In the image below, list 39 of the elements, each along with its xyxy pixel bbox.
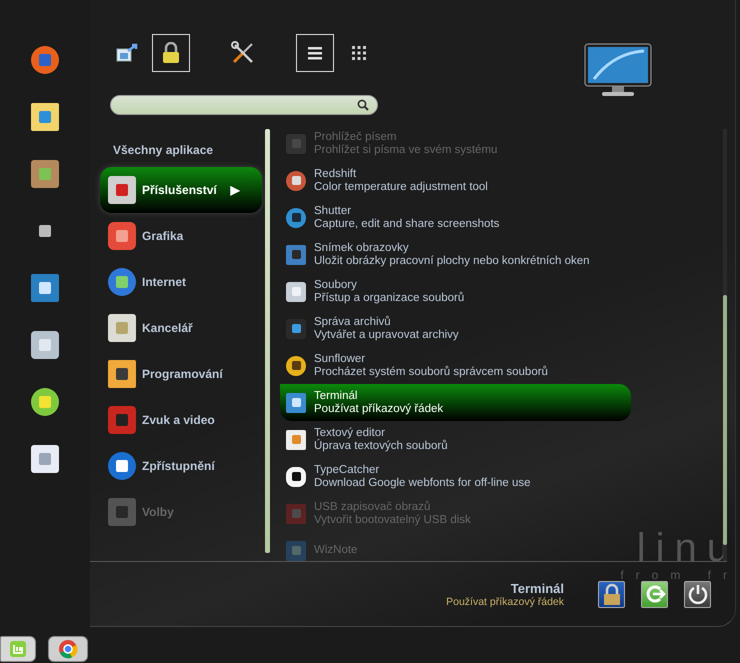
list-view-button[interactable] <box>296 34 334 72</box>
selected-app-title: Terminál <box>510 580 564 596</box>
app-item[interactable]: Shutter Capture, edit and share screenshots <box>280 199 631 236</box>
list-icon <box>308 46 322 60</box>
search-icon <box>357 99 369 111</box>
browser-button[interactable] <box>48 636 88 662</box>
app-item[interactable]: Textový editor Úprava textových souborů <box>280 421 631 458</box>
logout-button[interactable] <box>641 580 668 608</box>
category-item[interactable]: Kancelář <box>100 305 262 351</box>
category-item[interactable]: Grafika <box>100 213 262 259</box>
app-item[interactable]: TypeCatcher Download Google webfonts for off-line use <box>280 458 631 495</box>
category-item[interactable]: Zpřístupnění <box>100 443 262 489</box>
window-arrow-icon <box>116 43 138 63</box>
category-item[interactable]: Příslušenství ▶ <box>100 167 262 213</box>
selected-app-description: Používat příkazový řádek <box>446 596 564 608</box>
app-item[interactable]: Redshift Color temperature adjustment tool <box>280 162 631 199</box>
wallpaper-text: from fr <box>620 568 739 582</box>
lock-button[interactable] <box>152 34 190 72</box>
lock-screen-button[interactable] <box>598 580 625 608</box>
menu-button[interactable] <box>0 636 36 662</box>
browser-logo <box>58 639 78 659</box>
app-item[interactable]: Snímek obrazovky Uložit obrázky pracovní plochy nebo konkrétních oken <box>280 236 631 273</box>
app-item[interactable]: Soubory Přístup a organizace souborů <box>280 273 631 310</box>
mint-logo <box>9 640 27 658</box>
scrollbar[interactable] <box>723 129 727 561</box>
app-item[interactable]: Sunflower Procházet systém souborů správcem souborů <box>280 347 631 384</box>
category-item[interactable]: Internet <box>100 259 262 305</box>
lock-icon <box>161 42 181 64</box>
app-item[interactable]: Správa archivů Vytvářet a upravovat archivy <box>280 310 631 347</box>
category-item[interactable]: Programování <box>100 351 262 397</box>
category-item[interactable]: Zvuk a video <box>100 397 262 443</box>
logout-icon <box>644 583 666 605</box>
lock-icon <box>602 583 622 605</box>
grid-icon <box>352 46 366 60</box>
app-item[interactable]: Terminál Používat příkazový řádek <box>280 384 631 421</box>
category-heading: Všechny aplikace <box>112 142 214 159</box>
power-button[interactable] <box>684 580 711 608</box>
search-field[interactable] <box>110 95 378 115</box>
power-icon <box>686 583 708 605</box>
